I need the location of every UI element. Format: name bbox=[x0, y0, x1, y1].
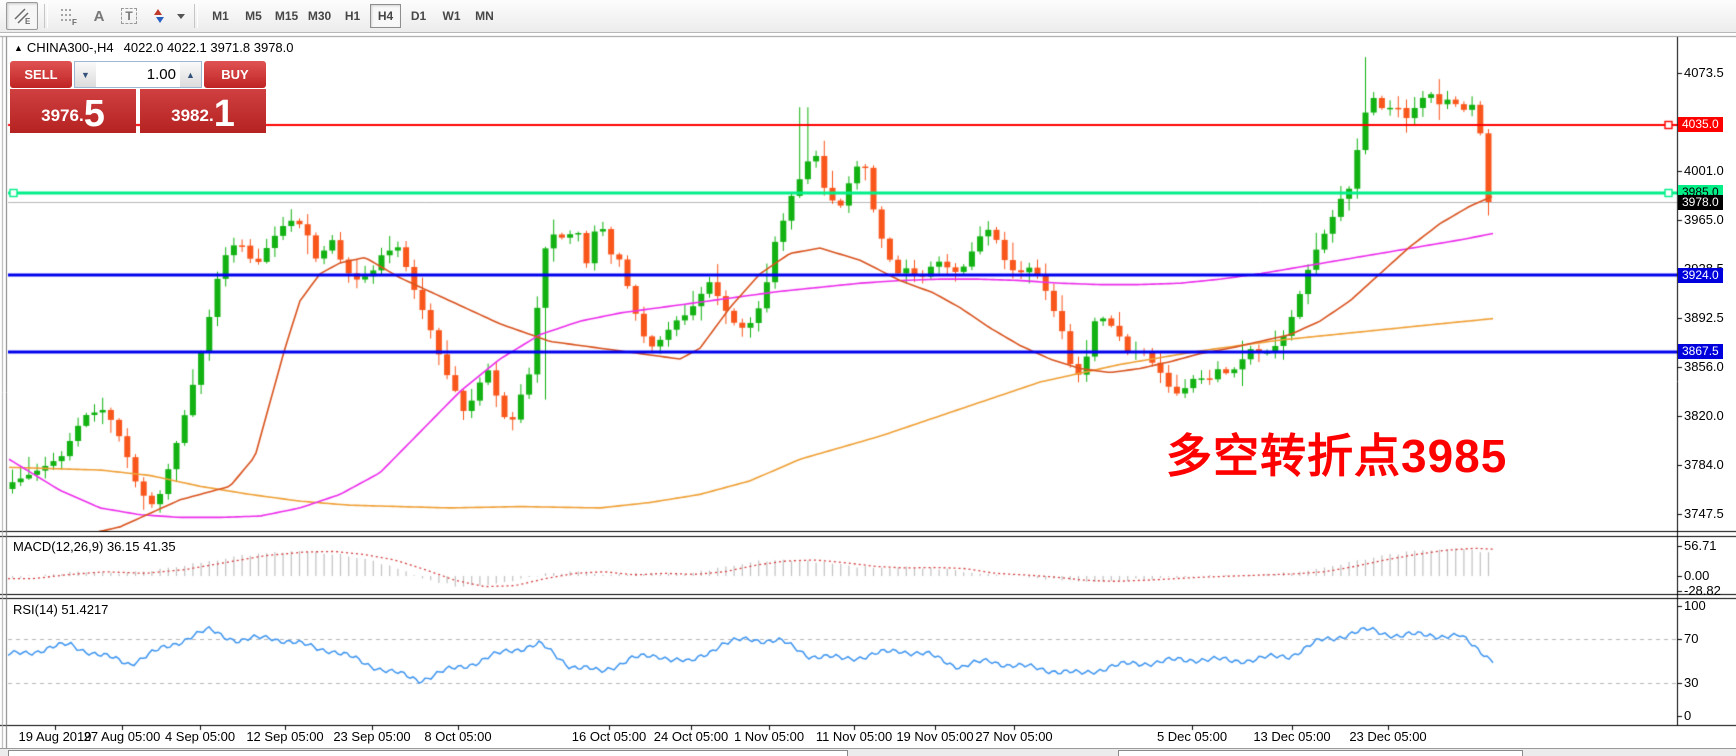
chart-annotation-text: 多空转折点3985 bbox=[1166, 430, 1508, 482]
price-tag-3867.5: 3867.5 bbox=[1678, 344, 1723, 360]
timeframe-m15[interactable]: M15 bbox=[271, 4, 302, 28]
chart-title: ▲ CHINA300-,H4 4022.0 4022.1 3971.8 3978.0 bbox=[14, 40, 294, 55]
minimized-window[interactable] bbox=[1118, 750, 1523, 756]
date-label: 23 Dec 05:00 bbox=[1349, 729, 1427, 744]
buy-button[interactable]: BUY bbox=[204, 61, 266, 88]
timeframe-m30[interactable]: M30 bbox=[304, 4, 335, 28]
minimized-window[interactable] bbox=[8, 750, 848, 756]
rsi-axis-label: 0 bbox=[1684, 708, 1692, 723]
price-tick-label: 3747.5 bbox=[1684, 506, 1724, 522]
price-tick-label: 4073.5 bbox=[1684, 64, 1724, 80]
date-label: 19 Aug 2019 bbox=[18, 729, 92, 744]
timeframe-w1[interactable]: W1 bbox=[436, 4, 467, 28]
macd-values: 36.15 41.35 bbox=[106, 539, 176, 554]
tool-glyph: A bbox=[93, 7, 105, 25]
symbol-name: CHINA300-,H4 bbox=[26, 40, 114, 55]
buy-price-pips: 1 bbox=[213, 93, 235, 135]
buy-price-box[interactable]: 3982. 1 bbox=[140, 89, 266, 133]
timeframe-h1[interactable]: H1 bbox=[337, 4, 368, 28]
date-label: 8 Oct 05:00 bbox=[424, 729, 492, 744]
equidistant-channel-icon[interactable]: E bbox=[6, 2, 38, 30]
buy-price-main: 3982 bbox=[171, 106, 209, 125]
price-tag-3978.0: 3978.0 bbox=[1678, 194, 1723, 210]
text-box-icon[interactable]: T bbox=[114, 3, 144, 29]
date-label: 24 Oct 05:00 bbox=[653, 729, 729, 744]
arrows-dropdown-icon[interactable] bbox=[174, 3, 188, 29]
volume-spinner: ▼ ▲ bbox=[74, 61, 202, 88]
chart-shift-icon: ▲ bbox=[14, 43, 23, 53]
timeframe-m5[interactable]: M5 bbox=[238, 4, 269, 28]
timeframe-mn[interactable]: MN bbox=[469, 4, 500, 28]
price-tag-3924.0: 3924.0 bbox=[1678, 267, 1723, 283]
date-label: 23 Sep 05:00 bbox=[333, 729, 411, 744]
rsi-axis-label: 70 bbox=[1684, 631, 1699, 646]
price-tag-4035.0: 4035.0 bbox=[1678, 117, 1723, 133]
date-label: 11 Nov 05:00 bbox=[815, 729, 893, 744]
date-label: 4 Sep 05:00 bbox=[164, 729, 236, 744]
date-label: 12 Sep 05:00 bbox=[246, 729, 324, 744]
timeframe-bar: M1 M5 M15 M30 H1 H4 D1 W1 MN bbox=[204, 4, 501, 28]
sell-button[interactable]: SELL bbox=[10, 61, 72, 88]
timeframe-m1[interactable]: M1 bbox=[205, 4, 236, 28]
timeframe-h4[interactable]: H4 bbox=[370, 4, 401, 28]
one-click-trade-panel: SELL ▼ ▲ BUY 3976.5 3982.1 bbox=[10, 61, 266, 133]
sell-price-box[interactable]: 3976. 5 bbox=[10, 89, 136, 133]
sell-price-main: 3976 bbox=[41, 106, 79, 125]
rsi-axis-label: 100 bbox=[1684, 598, 1706, 613]
rsi-label: RSI(14) 51.4217 bbox=[13, 602, 108, 617]
tool-glyph: T bbox=[121, 8, 137, 24]
price-tick-label: 3856.0 bbox=[1684, 359, 1724, 375]
toolbar-separator bbox=[194, 4, 198, 28]
toolbar: E F A T M1 M5 M15 M30 H1 H4 D1 W1 MN bbox=[0, 0, 1736, 33]
arrows-icon[interactable] bbox=[144, 3, 174, 29]
ohlc-values: 4022.0 4022.1 3971.8 3978.0 bbox=[123, 40, 294, 55]
sell-price-pips: 5 bbox=[83, 93, 105, 135]
volume-increase-icon[interactable]: ▲ bbox=[180, 62, 201, 87]
date-label: 16 Oct 05:00 bbox=[571, 729, 647, 744]
tool-glyph: F bbox=[72, 18, 77, 26]
date-label: 5 Dec 05:00 bbox=[1156, 729, 1228, 744]
price-tick-label: 4001.0 bbox=[1684, 162, 1724, 178]
volume-decrease-icon[interactable]: ▼ bbox=[75, 62, 96, 87]
rsi-axis-label: 30 bbox=[1684, 675, 1699, 690]
rsi-name: RSI(14) bbox=[13, 602, 58, 617]
price-tick-label: 3820.0 bbox=[1684, 407, 1724, 423]
macd-label: MACD(12,26,9) 36.15 41.35 bbox=[13, 539, 176, 554]
date-label: 27 Nov 05:00 bbox=[975, 729, 1053, 744]
trade-prices-row: 3976. 5 3982. 1 bbox=[10, 89, 266, 133]
macd-axis-label: -28.82 bbox=[1684, 583, 1721, 599]
trade-buttons-row: SELL ▼ ▲ BUY bbox=[10, 61, 266, 88]
macd-axis-label: 0.00 bbox=[1684, 568, 1710, 583]
macd-name: MACD(12,26,9) bbox=[13, 539, 104, 554]
volume-input[interactable] bbox=[96, 62, 180, 87]
timeframe-d1[interactable]: D1 bbox=[403, 4, 434, 28]
mt4-terminal: { "toolbar": { "tools": [ {"name": "equi… bbox=[0, 0, 1736, 756]
date-label: 1 Nov 05:00 bbox=[733, 729, 805, 744]
price-tick-label: 3892.5 bbox=[1684, 309, 1724, 325]
date-label: 27 Aug 05:00 bbox=[83, 729, 161, 744]
rsi-value: 51.4217 bbox=[61, 602, 109, 617]
date-label: 13 Dec 05:00 bbox=[1253, 729, 1331, 744]
fibonacci-icon[interactable]: F bbox=[54, 3, 84, 29]
price-tick-label: 3965.0 bbox=[1684, 211, 1724, 227]
date-label: 19 Nov 05:00 bbox=[896, 729, 974, 744]
toolbar-separator bbox=[44, 4, 48, 28]
price-tick-label: 3784.0 bbox=[1684, 456, 1724, 472]
text-label-icon[interactable]: A bbox=[84, 3, 114, 29]
tool-glyph: E bbox=[25, 17, 31, 26]
macd-axis-label: 56.71 bbox=[1684, 537, 1717, 553]
